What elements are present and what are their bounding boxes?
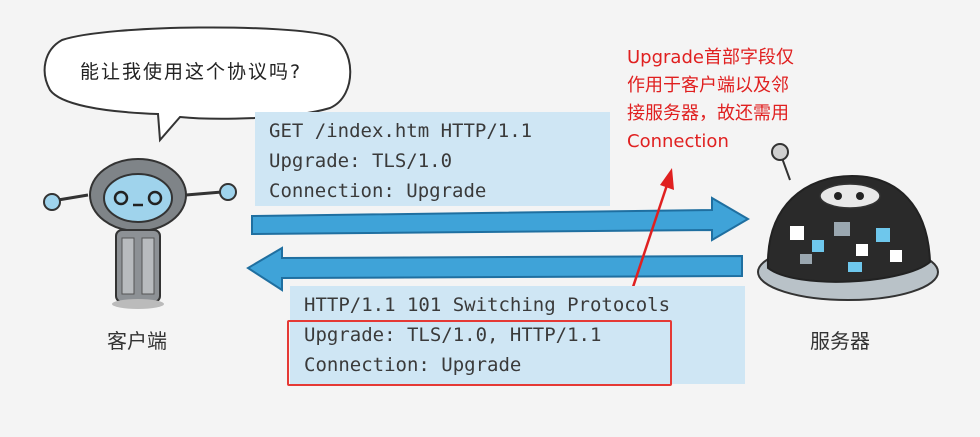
annotation-line: 作用于客户端以及邻	[627, 75, 789, 96]
highlight-box	[287, 320, 672, 386]
speech-bubble-text: 能让我使用这个协议吗?	[80, 61, 303, 83]
annotation-line: Upgrade首部字段仅	[627, 47, 794, 68]
response-status-line: HTTP/1.1 101 Switching Protocols	[304, 294, 671, 316]
server-robot-icon	[757, 143, 939, 301]
request-message-box: GET /index.htm HTTP/1.1 Upgrade: TLS/1.0…	[255, 112, 610, 206]
annotation-line: Connection	[627, 131, 729, 152]
client-robot-icon	[43, 158, 237, 309]
annotation-note: Upgrade首部字段仅 作用于客户端以及邻 接服务器，故还需用 Connect…	[627, 44, 847, 156]
request-connection-header: Connection: Upgrade	[269, 180, 487, 202]
diagram: 能让我使用这个协议吗? GET /index.htm HTTP/1.1 Upgr…	[0, 0, 980, 437]
request-upgrade-header: Upgrade: TLS/1.0	[269, 150, 453, 172]
annotation-line: 接服务器，故还需用	[627, 103, 789, 124]
response-arrow	[246, 246, 743, 292]
request-line: GET /index.htm HTTP/1.1	[269, 120, 533, 142]
client-label: 客户端	[107, 329, 167, 353]
server-label: 服务器	[810, 329, 870, 353]
